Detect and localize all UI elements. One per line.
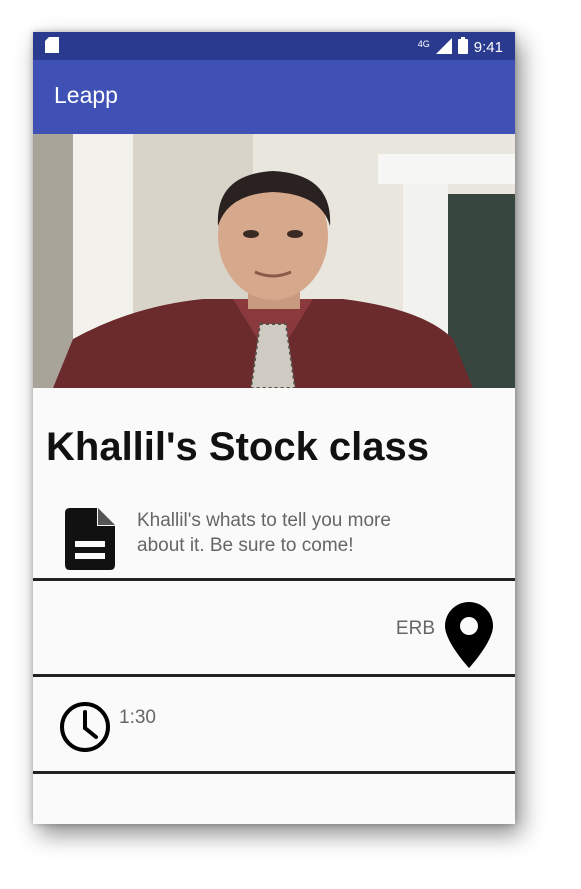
divider <box>33 578 515 581</box>
app-bar: Leapp <box>33 60 515 134</box>
profile-photo <box>33 134 515 388</box>
divider <box>33 674 515 677</box>
battery-icon <box>457 37 468 58</box>
sd-card-icon <box>45 37 59 57</box>
app-title: Leapp <box>54 82 118 108</box>
network-type: 4G <box>417 38 430 49</box>
event-time: 1:30 <box>119 707 156 728</box>
location-pin-icon <box>445 602 493 673</box>
description-line: Khallil's whats to tell you more <box>137 510 391 531</box>
phone-screen: 4G 9:41 Leapp Khallil's Stock class Khal… <box>33 32 515 824</box>
signal-icon <box>435 37 452 58</box>
description-line: about it. Be sure to come! <box>137 535 354 556</box>
status-bar: 4G 9:41 <box>33 32 515 60</box>
document-icon <box>65 508 115 575</box>
description-row: Khallil's whats to tell you more about i… <box>33 502 515 578</box>
clock-time: 9:41 <box>473 39 503 56</box>
divider <box>33 771 515 774</box>
event-location: ERB <box>395 618 435 639</box>
event-title: Khallil's Stock class <box>46 425 430 469</box>
clock-icon <box>58 700 112 759</box>
event-description: Khallil's whats to tell you more about i… <box>137 508 497 558</box>
